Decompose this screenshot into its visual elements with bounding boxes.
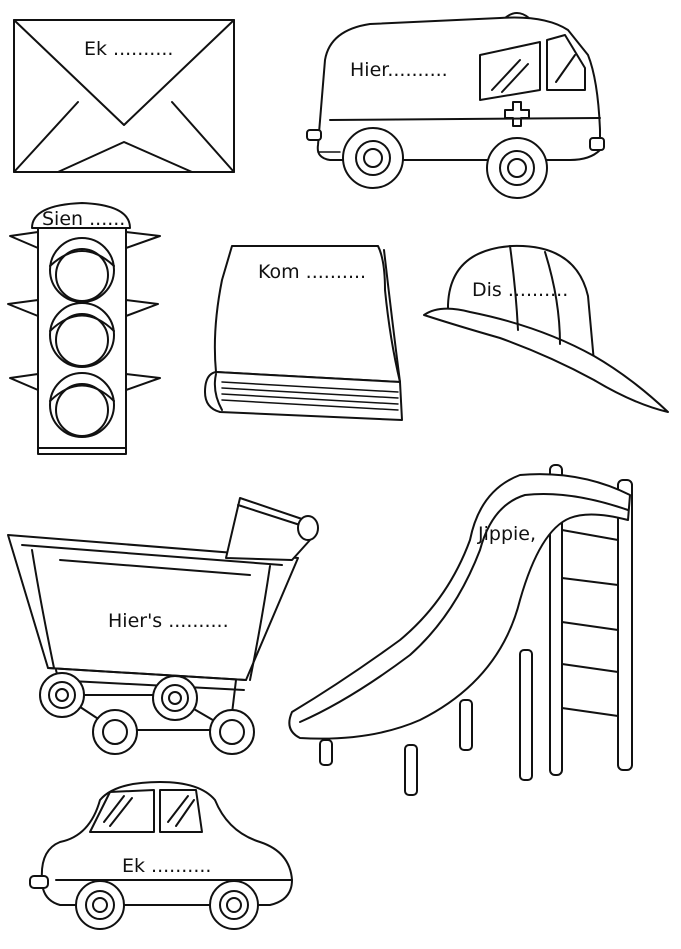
traffic-light-label: Sien ......: [42, 208, 125, 230]
ambulance-icon: [306, 12, 605, 199]
worksheet-sheet: Ek .......... Hier.......... Sien ......…: [7, 12, 669, 930]
cap-icon: [423, 244, 669, 413]
slide-icon: [288, 464, 633, 796]
traffic-light-icon: [7, 202, 161, 455]
car-label: Ek ..........: [122, 855, 211, 877]
ambulance-label: Hier..........: [350, 59, 448, 81]
envelope-label: Ek ..........: [84, 38, 173, 60]
slide-label: Jippie,: [477, 523, 536, 545]
cap-label: Dis ..........: [472, 279, 568, 301]
trolley-label: Hier's ..........: [108, 610, 229, 632]
book-label: Kom ..........: [258, 261, 366, 283]
